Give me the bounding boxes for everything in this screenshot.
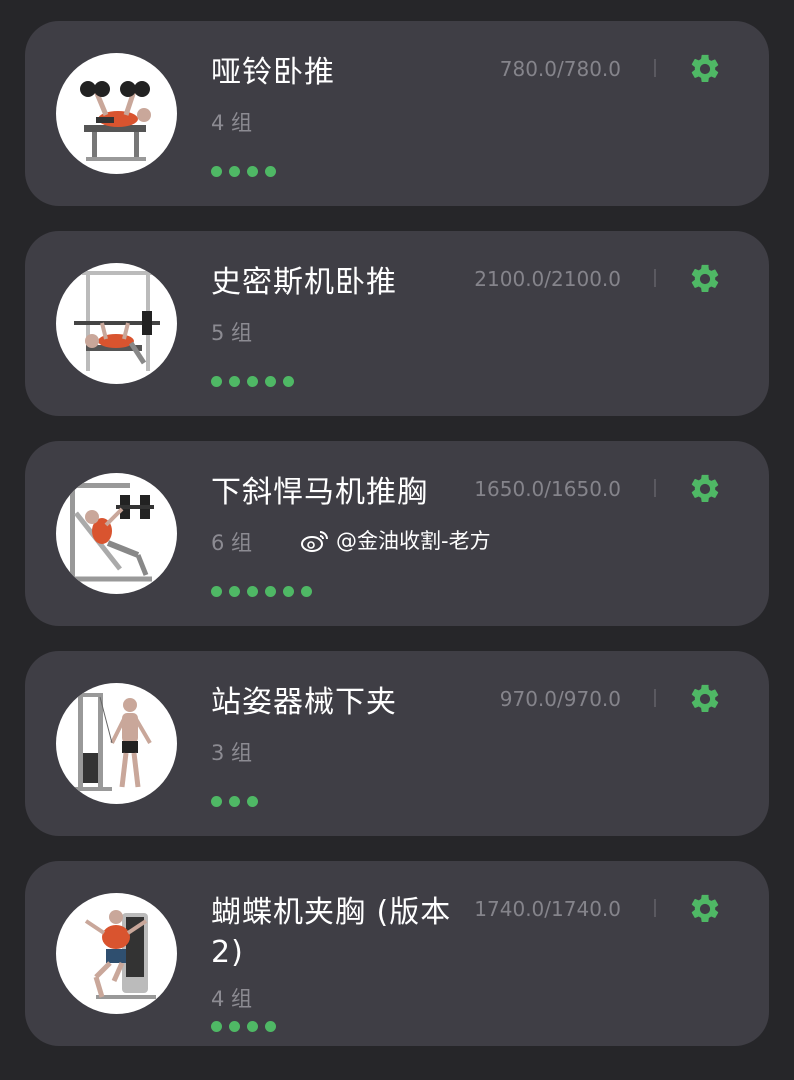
set-dot	[211, 796, 222, 807]
set-progress-dots	[211, 796, 258, 807]
set-dot	[229, 796, 240, 807]
exercise-card[interactable]: 哑铃卧推 4 组 780.0/780.0	[25, 21, 769, 206]
exercise-thumbnail	[56, 53, 177, 174]
exercise-name: 史密斯机卧推	[211, 265, 397, 300]
exercise-card[interactable]: 史密斯机卧推 5 组 2100.0/2100.0	[25, 231, 769, 416]
divider	[654, 479, 656, 497]
gear-icon[interactable]	[688, 892, 722, 926]
set-dot	[265, 1021, 276, 1032]
smith-machine-bench-press-illustration	[74, 271, 160, 371]
set-dot	[211, 166, 222, 177]
exercise-card[interactable]: 蝴蝶机夹胸 (版本 2) 4 组 1740.0/1740.0	[25, 861, 769, 1046]
set-dot	[283, 586, 294, 597]
weibo-icon	[301, 531, 328, 552]
exercise-volume: 1740.0/1740.0	[474, 897, 621, 921]
exercise-name: 站姿器械下夹	[211, 685, 397, 720]
gear-icon[interactable]	[688, 472, 722, 506]
exercise-name: 蝴蝶机夹胸 (版本 2)	[211, 895, 452, 970]
set-dot	[211, 586, 222, 597]
exercise-thumbnail	[56, 473, 177, 594]
exercise-sets: 4 组	[211, 987, 253, 1011]
set-dot	[247, 796, 258, 807]
set-dot	[229, 586, 240, 597]
exercise-list: 哑铃卧推 4 组 780.0/780.0 史密斯机卧推 5 组 2100.0/2…	[0, 0, 794, 1080]
exercise-card[interactable]: 站姿器械下夹 3 组 970.0/970.0	[25, 651, 769, 836]
exercise-name: 下斜悍马机推胸	[211, 475, 428, 510]
set-dot	[229, 376, 240, 387]
standing-cable-crossover-illustration	[72, 693, 152, 791]
set-dot	[265, 376, 276, 387]
set-progress-dots	[211, 166, 276, 177]
divider	[654, 59, 656, 77]
exercise-thumbnail	[56, 893, 177, 1014]
exercise-thumbnail	[56, 683, 177, 804]
set-dot	[265, 166, 276, 177]
exercise-volume: 2100.0/2100.0	[474, 267, 621, 291]
set-dot	[229, 1021, 240, 1032]
exercise-thumbnail	[56, 263, 177, 384]
set-progress-dots	[211, 586, 312, 597]
set-progress-dots	[211, 376, 294, 387]
set-dot	[247, 166, 258, 177]
gear-icon[interactable]	[688, 52, 722, 86]
watermark: @金油收割-老方	[300, 527, 491, 555]
set-dot	[229, 166, 240, 177]
exercise-sets: 3 组	[211, 741, 253, 765]
set-dot	[265, 586, 276, 597]
exercise-sets: 6 组	[211, 531, 253, 555]
set-dot	[247, 586, 258, 597]
dumbbell-bench-press-illustration	[80, 81, 151, 161]
decline-hammer-press-illustration	[70, 483, 154, 583]
set-dot	[211, 376, 222, 387]
exercise-sets: 5 组	[211, 321, 253, 345]
gear-icon[interactable]	[688, 262, 722, 296]
watermark-text: @金油收割-老方	[336, 529, 491, 553]
divider	[654, 899, 656, 917]
exercise-volume: 780.0/780.0	[499, 57, 621, 81]
set-dot	[211, 1021, 222, 1032]
exercise-volume: 1650.0/1650.0	[474, 477, 621, 501]
set-dot	[283, 376, 294, 387]
exercise-sets: 4 组	[211, 111, 253, 135]
set-dot	[301, 586, 312, 597]
exercise-volume: 970.0/970.0	[499, 687, 621, 711]
set-dot	[247, 376, 258, 387]
set-progress-dots	[211, 1021, 276, 1032]
divider	[654, 269, 656, 287]
divider	[654, 689, 656, 707]
gear-icon[interactable]	[688, 682, 722, 716]
pec-deck-fly-illustration	[84, 910, 156, 999]
exercise-name: 哑铃卧推	[211, 55, 335, 90]
set-dot	[247, 1021, 258, 1032]
